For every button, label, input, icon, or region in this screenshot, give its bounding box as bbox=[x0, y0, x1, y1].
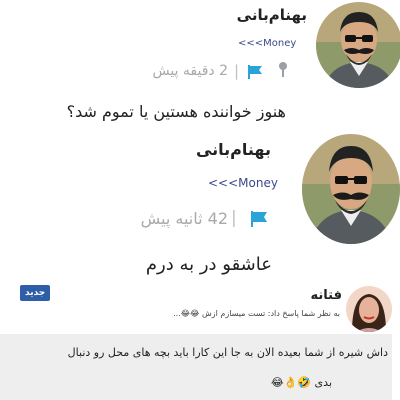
comment-author[interactable]: فتانه bbox=[311, 288, 342, 303]
comment-meta-row: | 42 ثانیه پیش bbox=[130, 208, 280, 232]
avatar-fattaneh[interactable] bbox=[346, 286, 392, 332]
comment-text: هنوز خواننده هستین یا تموم شد؟ bbox=[66, 102, 286, 121]
comment-meta-row: | 2 دقیقه پیش bbox=[150, 62, 300, 82]
comment-text: داش شیره از شما بعیده الان به جا این کار… bbox=[67, 346, 388, 359]
comment-text-continued: بدی 🤣👌😂 bbox=[270, 376, 332, 389]
comment-time: 2 دقیقه پیش bbox=[152, 63, 228, 79]
comment-text: عاشقو در به درم bbox=[145, 254, 272, 275]
comment-author[interactable]: بهنام‌بانی bbox=[237, 6, 307, 24]
new-badge: جدید bbox=[20, 285, 51, 301]
comment-tag[interactable]: Money>>> bbox=[238, 38, 296, 49]
pin-icon[interactable] bbox=[278, 62, 288, 82]
avatar-behnam-2[interactable] bbox=[302, 134, 400, 244]
avatar-behnam-1[interactable] bbox=[316, 2, 400, 88]
comment-author[interactable]: بهنام‌بانی bbox=[196, 140, 271, 159]
reply-note[interactable]: به نظر شما پاسخ داد: تست میسازم ازش 😂😂..… bbox=[173, 309, 340, 318]
comment-time: 42 ثانیه پیش bbox=[140, 209, 228, 228]
reply-comment-box: داش شیره از شما بعیده الان به جا این کار… bbox=[0, 334, 392, 400]
meta-separator: | bbox=[234, 62, 240, 80]
flag-icon[interactable] bbox=[250, 211, 268, 231]
comment-tag[interactable]: Money>>> bbox=[208, 176, 278, 190]
meta-separator: | bbox=[231, 208, 237, 228]
flag-icon[interactable] bbox=[247, 64, 263, 83]
